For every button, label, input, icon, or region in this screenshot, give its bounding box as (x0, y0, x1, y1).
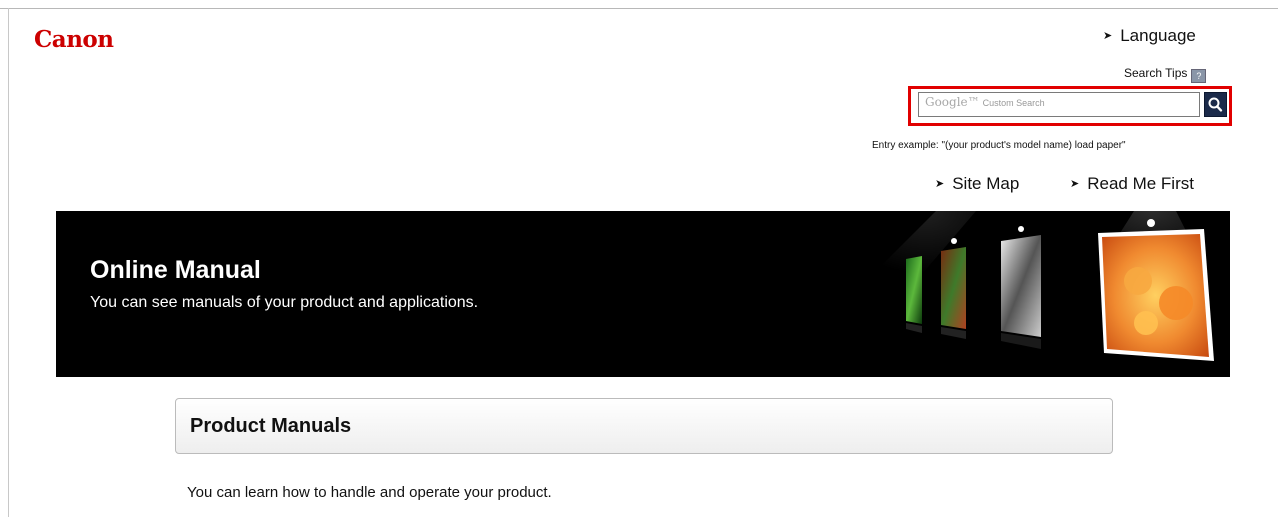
language-label: Language (1120, 26, 1196, 45)
online-manual-banner: Online Manual You can see manuals of you… (56, 211, 1230, 377)
page-frame-left (8, 8, 9, 517)
entry-example-text: Entry example: "(your product's model na… (872, 140, 1126, 151)
magnifier-icon (1208, 97, 1223, 112)
search-tips-link[interactable]: Search Tips? (1124, 66, 1207, 83)
arrow-right-icon: ➤ (935, 178, 945, 190)
arrow-right-icon: ➤ (1070, 178, 1080, 190)
page-frame-top (0, 8, 1278, 9)
product-manuals-description: You can learn how to handle and operate … (187, 484, 552, 501)
arrow-right-icon: ➤ (1103, 30, 1113, 42)
photo-gallery-image (876, 211, 1214, 361)
language-link[interactable]: ➤ Language (1103, 26, 1196, 46)
canon-logo[interactable]: Canon (34, 26, 114, 53)
question-icon: ? (1191, 69, 1207, 83)
product-manuals-box[interactable]: Product Manuals (175, 398, 1113, 454)
read-me-first-label: Read Me First (1087, 174, 1194, 193)
search-input[interactable] (918, 92, 1200, 117)
search-tips-label: Search Tips (1124, 66, 1188, 80)
search-button[interactable] (1204, 92, 1227, 117)
site-map-link[interactable]: ➤ Site Map (935, 174, 1019, 194)
site-map-label: Site Map (952, 174, 1020, 193)
product-manuals-heading: Product Manuals (190, 415, 352, 437)
banner-subtitle: You can see manuals of your product and … (90, 294, 479, 311)
read-me-first-link[interactable]: ➤ Read Me First (1070, 174, 1194, 194)
banner-title: Online Manual (90, 256, 261, 284)
